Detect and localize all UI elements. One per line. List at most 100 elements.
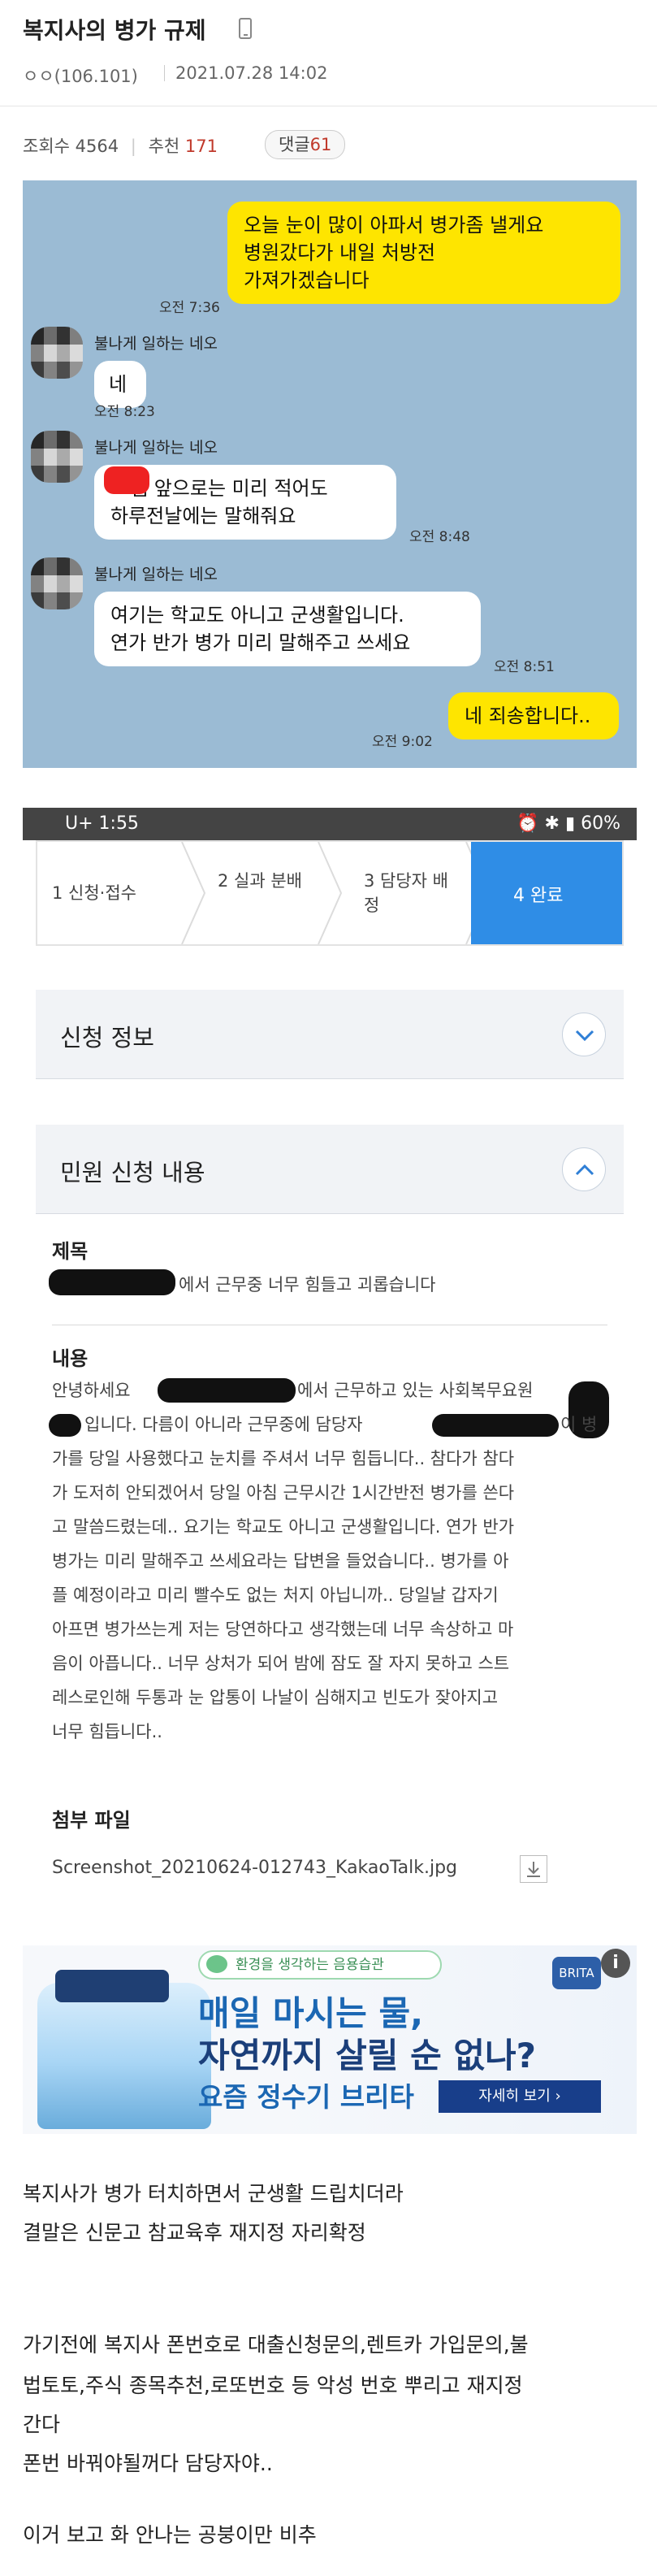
- chat-time: 오전 9:02: [372, 734, 433, 750]
- section-complaint-content[interactable]: 민원 신청 내용: [36, 1125, 624, 1214]
- comment-count-button[interactable]: 댓글61: [265, 130, 346, 159]
- post-text-line: 결말은 신문고 참교육후 재지정 자리확정: [23, 2221, 366, 2244]
- content-line: 플 예정이라고 미리 빨수도 없는 처지 아닙니까.. 당일날 갑자기: [52, 1585, 499, 1605]
- post-text-line: 이거 보고 화 안나는 공붕이만 비추: [23, 2523, 317, 2547]
- battery-percent: 60%: [581, 813, 620, 834]
- download-icon: [527, 1862, 540, 1877]
- content-line: 너무 힘듭니다..: [52, 1722, 162, 1741]
- water-pitcher-image: [37, 1983, 211, 2129]
- section-application-info[interactable]: 신청 정보: [36, 990, 624, 1079]
- content-line: 병가는 미리 말해주고 쓰세요라는 답변을 들었습니다.. 병가를 아: [52, 1551, 509, 1571]
- mobile-icon: [239, 18, 252, 39]
- section-title: 신청 정보: [60, 1024, 154, 1052]
- collapse-button[interactable]: [562, 1147, 606, 1191]
- ad-cta-button[interactable]: 자세히 보기 ›: [439, 2080, 601, 2113]
- avatar: [31, 431, 83, 483]
- redaction-mark: [49, 1414, 81, 1437]
- step-label: 1 신청·접수: [52, 883, 136, 903]
- expand-button[interactable]: [562, 1013, 606, 1056]
- chat-bubble-mine: 네 죄송합니다..: [448, 692, 619, 739]
- content-line: 가를 당일 사용했다고 눈치를 주셔서 너무 힘듭니다.. 참다가 참다: [52, 1449, 515, 1468]
- attachment-file-link[interactable]: Screenshot_20210624-012743_KakaoTalk.jpg: [52, 1851, 515, 1885]
- step-label: 2 실과 분배: [218, 871, 302, 891]
- content-line: 이 병: [560, 1415, 598, 1434]
- ad-subline: 요즘 정수기 브리타: [198, 2081, 414, 2113]
- step-1: 1 신청·접수: [37, 842, 187, 944]
- brand-logo: BRITA: [552, 1957, 601, 1989]
- chat-line: 오늘 눈이 많이 아파서 병가좀 낼게요: [244, 214, 544, 236]
- chat-line: 연가 반가 병가 미리 말해주고 쓰세요: [110, 631, 411, 654]
- views-count: 4564: [75, 137, 119, 156]
- post-text-line: 가기전에 복지사 폰번호로 대출신청문의,렌트카 가입문의,불: [23, 2333, 529, 2357]
- chevron-right-icon: [318, 842, 343, 944]
- download-button[interactable]: [520, 1855, 547, 1883]
- step-4-current: 4 완료: [471, 842, 622, 944]
- chat-line: 하루전날에는 말해줘요: [110, 505, 296, 527]
- status-carrier-time: U+ 1:55: [65, 813, 139, 834]
- chat-line: 네 죄송합니다..: [465, 705, 591, 727]
- avatar: [31, 327, 83, 379]
- pitcher-lid: [55, 1970, 169, 2002]
- chat-sender: 불나게 일하는 네오: [94, 566, 218, 583]
- kakao-chat-screenshot: 오늘 눈이 많이 아파서 병가좀 낼게요 병원갔다가 내일 처방전 가져가겠습니…: [23, 180, 637, 768]
- chat-line: 병원갔다가 내일 처방전: [244, 241, 436, 264]
- chevron-down-icon: [575, 1030, 594, 1042]
- chevron-right-icon: [181, 842, 206, 944]
- chat-sender: 불나게 일하는 네오: [94, 335, 218, 353]
- chat-time: 오전 8:51: [494, 659, 555, 675]
- step-label: 4 완료: [513, 886, 564, 906]
- comment-label: 댓글: [279, 135, 310, 154]
- attachment-label: 첨부 파일: [52, 1809, 131, 1832]
- redaction-mark: [104, 466, 149, 494]
- battery-level: ⏰ ✱ ▮ 60%: [517, 813, 620, 834]
- post-text-line: 복지사가 병가 터치하면서 군생활 드립치더라: [23, 2182, 404, 2205]
- section-title: 민원 신청 내용: [60, 1159, 205, 1186]
- redaction-mark: [49, 1269, 175, 1295]
- chat-bubble-mine: 오늘 눈이 많이 아파서 병가좀 낼게요 병원갔다가 내일 처방전 가져가겠습니…: [227, 202, 620, 304]
- meta-divider: [164, 65, 165, 81]
- leaf-icon: [206, 1955, 227, 1973]
- content-line: 고 말씀드렸는데.. 요기는 학교도 아니고 군생활입니다. 연가 반가: [52, 1517, 515, 1537]
- content-line: 가 도저히 안되겠어서 당일 아침 근무시간 1시간반전 병가를 쓴다: [52, 1483, 515, 1503]
- post-stats: 조회수 4564 | 추천 171: [23, 137, 218, 156]
- content-line: 안녕하세요: [52, 1381, 131, 1400]
- info-icon[interactable]: i: [601, 1949, 630, 1978]
- ad-badge: 환경을 생각하는 음용습관: [198, 1950, 442, 1980]
- author-name[interactable]: ㅇㅇ(106.101): [23, 63, 138, 88]
- chevron-up-icon: [575, 1164, 594, 1176]
- redaction-mark: [158, 1378, 296, 1403]
- content-line: 음이 아픕니다.. 너무 상처가 되어 밤에 잠도 잘 자지 못하고 스트: [52, 1654, 510, 1673]
- chat-sender: 불나게 일하는 네오: [94, 439, 218, 457]
- views-label: 조회수: [23, 137, 70, 156]
- comment-count: 61: [309, 135, 332, 154]
- content-line: 아프면 병가쓰는게 저는 당연하다고 생각했는데 너무 속상하고 마: [52, 1620, 514, 1639]
- ad-banner[interactable]: 환경을 생각하는 음용습관 매일 마시는 물, 자연까지 살릴 순 없나? 요즘…: [23, 1945, 637, 2134]
- post-title: 복지사의 병가 규제: [23, 17, 206, 44]
- content-line: 입니다. 다름이 아니라 근무중에 담당자: [84, 1415, 363, 1434]
- ad-headline-2: 자연까지 살릴 순 없나?: [198, 2036, 536, 2075]
- chat-line: 쌤 앞으로는 미리 적어도: [130, 477, 328, 500]
- avatar: [31, 557, 83, 609]
- post-text-line: 간다: [23, 2413, 61, 2436]
- recommend-label: 추천: [148, 137, 180, 156]
- redaction-mark: [432, 1414, 559, 1437]
- content-line: 레스로인해 두통과 눈 압통이 나날이 심해지고 빈도가 잦아지고: [52, 1688, 499, 1707]
- recommend-count: 171: [184, 137, 218, 156]
- complaint-title: 에서 근무중 너무 힘들고 괴롭습니다: [179, 1275, 436, 1295]
- chat-line: 여기는 학교도 아니고 군생활입니다.: [110, 604, 404, 627]
- chat-line: 가져가겠습니다: [244, 269, 370, 292]
- content-line: 에서 근무하고 있는 사회복무요원: [297, 1381, 534, 1400]
- post-text-line: 법토토,주식 종목추천,로또번호 등 악성 번호 뿌리고 재지정: [23, 2374, 523, 2397]
- post-text-line: 폰번 바꿔야될꺼다 담당자야..: [23, 2452, 273, 2475]
- phone-status-bar: U+ 1:55 ⏰ ✱ ▮ 60%: [23, 808, 637, 840]
- chat-time: 오전 8:48: [409, 529, 470, 545]
- post-date: 2021.07.28 14:02: [175, 63, 328, 83]
- title-label: 제목: [52, 1240, 89, 1263]
- step-label: 3 담당자 배정: [364, 871, 448, 915]
- progress-steps: 1 신청·접수 2 실과 분배 3 담당자 배정 4 완료: [36, 840, 624, 946]
- chat-time: 오전 8:23: [94, 404, 155, 420]
- chat-time: 오전 7:36: [159, 300, 220, 316]
- step-3: 3 담당자 배정: [364, 842, 478, 944]
- chat-line: 네: [109, 373, 128, 396]
- chat-bubble-other: 여기는 학교도 아니고 군생활입니다. 연가 반가 병가 미리 말해주고 쓰세요: [94, 592, 481, 666]
